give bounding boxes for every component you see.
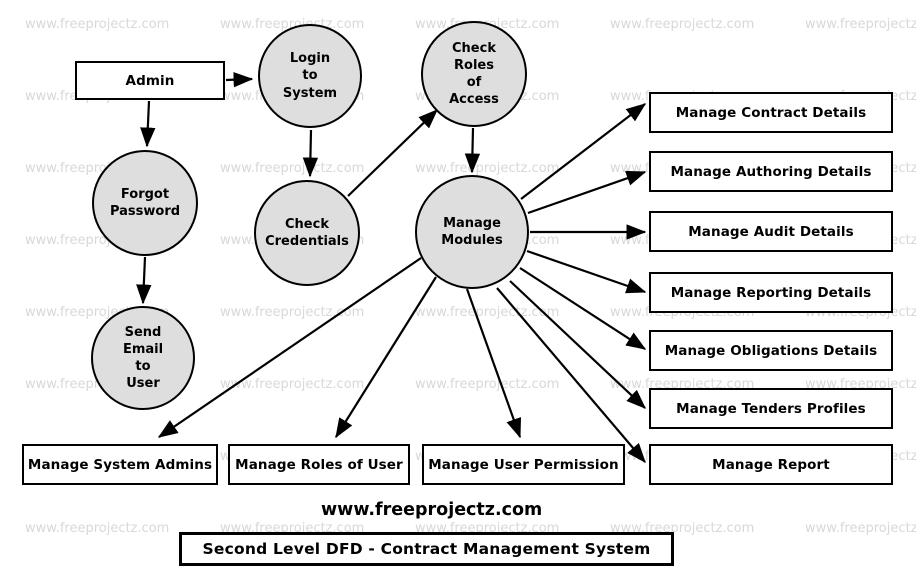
watermark-text: www.freeprojectz.com [220, 305, 365, 320]
edge-manage_modules-to-manage_report [496, 287, 646, 464]
edge-forgot_password-to-send_email [136, 256, 152, 305]
watermark-text: www.freeprojectz.com [25, 17, 170, 32]
entity-admin-label: Admin [125, 72, 175, 89]
process-box-manage_user_permission-label: Manage User Permission [428, 456, 619, 473]
watermark-text: www.freeprojectz.com [415, 161, 560, 176]
process-send_email-label: Send Email to User [122, 324, 164, 392]
process-box-manage_roles_of_user[interactable]: Manage Roles of User [228, 444, 410, 485]
process-box-manage_report-label: Manage Report [712, 456, 830, 473]
process-forgot_password[interactable]: Forgot Password [92, 150, 198, 256]
process-box-manage_system_admins[interactable]: Manage System Admins [22, 444, 218, 485]
watermark-text: www.freeprojectz.com [610, 17, 755, 32]
edge-manage_modules-to-manage_authoring_details [527, 170, 647, 215]
watermark-text: www.freeprojectz.com [805, 17, 916, 32]
edge-admin-to-forgot_password [140, 100, 156, 148]
process-check_credentials-label: Check Credentials [265, 216, 349, 249]
watermark-text: www.freeprojectz.com [805, 521, 916, 536]
process-box-manage_obligations_details-label: Manage Obligations Details [664, 342, 878, 359]
process-box-manage_audit_details-label: Manage Audit Details [688, 223, 854, 240]
watermark-text: www.freeprojectz.com [415, 377, 560, 392]
diagram-caption-box: Second Level DFD - Contract Management S… [179, 532, 674, 566]
edge-manage_modules-to-manage_user_permission [465, 288, 522, 439]
process-box-manage_reporting_details[interactable]: Manage Reporting Details [649, 272, 893, 313]
process-box-manage_user_permission[interactable]: Manage User Permission [422, 444, 625, 485]
watermark-text: www.freeprojectz.com [220, 377, 365, 392]
process-box-manage_authoring_details[interactable]: Manage Authoring Details [649, 151, 893, 192]
watermark-text: www.freeprojectz.com [220, 161, 365, 176]
process-send_email[interactable]: Send Email to User [91, 306, 195, 410]
process-box-manage_system_admins-label: Manage System Admins [27, 456, 213, 473]
process-box-manage_tenders_profiles[interactable]: Manage Tenders Profiles [649, 388, 893, 429]
process-check_roles-label: Check Roles of Access [449, 40, 499, 108]
process-check_roles[interactable]: Check Roles of Access [421, 21, 527, 127]
process-box-manage_obligations_details[interactable]: Manage Obligations Details [649, 330, 893, 371]
process-box-manage_contract_details-label: Manage Contract Details [675, 104, 867, 121]
process-login_to_system[interactable]: Login to System [258, 24, 362, 128]
dfd-diagram-canvas: www.freeprojectz.com www.freeprojectz.com… [0, 0, 916, 587]
process-box-manage_authoring_details-label: Manage Authoring Details [670, 163, 872, 180]
edge-admin-to-login_to_system [225, 72, 254, 88]
entity-admin[interactable]: Admin [75, 61, 225, 100]
edge-check_roles-to-manage_modules [464, 127, 481, 174]
process-login_to_system-label: Login to System [282, 51, 338, 101]
process-forgot_password-label: Forgot Password [109, 186, 181, 219]
edge-manage_modules-to-manage_roles_of_user [335, 276, 437, 439]
edge-manage_modules-to-manage_reporting_details [526, 249, 647, 294]
edge-manage_modules-to-manage_contract_details [520, 103, 647, 200]
process-check_credentials[interactable]: Check Credentials [254, 180, 360, 286]
diagram-caption-label: Second Level DFD - Contract Management S… [202, 540, 651, 558]
process-box-manage_tenders_profiles-label: Manage Tenders Profiles [676, 400, 866, 417]
watermark-text: www.freeprojectz.com [415, 305, 560, 320]
process-box-manage_roles_of_user-label: Manage Roles of User [235, 456, 403, 473]
process-box-manage_reporting_details-label: Manage Reporting Details [670, 284, 872, 301]
watermark-text: www.freeprojectz.com [25, 521, 170, 536]
process-box-manage_contract_details[interactable]: Manage Contract Details [649, 92, 893, 133]
site-title: www.freeprojectz.com [321, 500, 543, 520]
process-box-manage_audit_details[interactable]: Manage Audit Details [649, 211, 893, 252]
edge-manage_modules-to-manage_obligations_details [519, 267, 647, 350]
process-box-manage_report[interactable]: Manage Report [649, 444, 893, 485]
edge-check_credentials-to-check_roles [347, 109, 438, 197]
edge-manage_modules-to-manage_system_admins [157, 257, 422, 438]
process-manage_modules[interactable]: Manage Modules [415, 175, 529, 289]
process-manage_modules-label: Manage Modules [441, 215, 503, 248]
edge-manage_modules-to-manage_tenders_profiles [509, 280, 646, 409]
edge-login_to_system-to-check_credentials [302, 129, 319, 178]
